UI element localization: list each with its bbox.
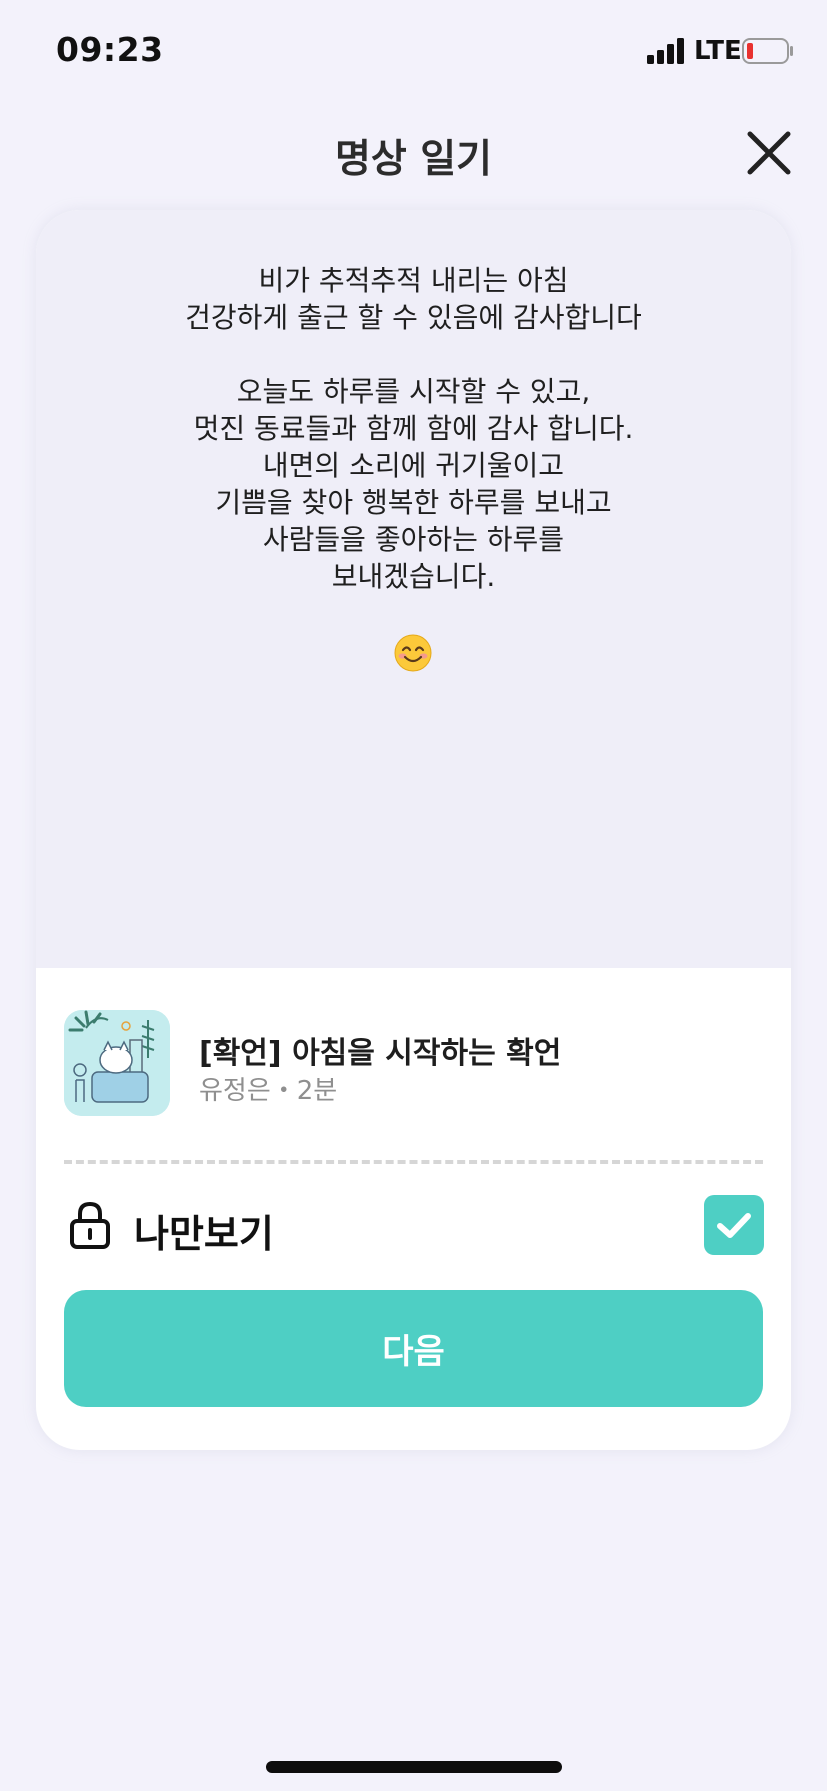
diary-text: 비가 추적추적 내리는 아침 건강하게 출근 할 수 있음에 감사합니다 오늘도… (36, 262, 791, 595)
private-label: 나만보기 (134, 1212, 274, 1256)
check-icon (717, 1213, 751, 1238)
diary-line: 기쁨을 찾아 행복한 하루를 보내고 (215, 486, 612, 519)
diary-line: 보내겠습니다. (331, 560, 496, 593)
divider (64, 1160, 763, 1164)
diary-line: 내면의 소리에 귀기울이고 (262, 449, 565, 482)
home-indicator (266, 1761, 562, 1773)
diary-line: 오늘도 하루를 시작할 수 있고, (236, 375, 591, 408)
diary-line: 건강하게 출근 할 수 있음에 감사합니다 (185, 301, 642, 334)
program-title: [확언] 아침을 시작하는 확언 (199, 1036, 562, 1071)
diary-card: 비가 추적추적 내리는 아침 건강하게 출근 할 수 있음에 감사합니다 오늘도… (36, 210, 791, 1450)
page-title: 명상 일기 (334, 137, 493, 182)
lock-icon (70, 1201, 110, 1249)
diary-line: 멋진 동료들과 함께 함에 감사 합니다. (193, 412, 634, 445)
program-meta: 유정은・2분 (199, 1076, 338, 1106)
diary-line: 사람들을 좋아하는 하루를 (262, 523, 565, 556)
diary-line (36, 336, 791, 373)
status-bar: 09:23 LTE (0, 0, 827, 100)
diary-content: 비가 추적추적 내리는 아침 건강하게 출근 할 수 있음에 감사합니다 오늘도… (36, 210, 791, 968)
status-time: 09:23 (56, 30, 164, 69)
signal-icon (647, 38, 684, 64)
network-type: LTE (694, 36, 742, 66)
close-icon[interactable] (744, 128, 794, 178)
private-toggle-row[interactable]: 나만보기 (64, 1195, 764, 1257)
smiling-face-icon (394, 634, 432, 672)
diary-line: 비가 추적추적 내리는 아침 (258, 264, 569, 297)
program-item[interactable]: [확언] 아침을 시작하는 확언 유정은・2분 (64, 1010, 764, 1116)
battery-icon (742, 38, 793, 64)
private-checkbox[interactable] (704, 1195, 764, 1255)
next-button[interactable]: 다음 (64, 1290, 763, 1407)
program-thumbnail (64, 1010, 170, 1116)
